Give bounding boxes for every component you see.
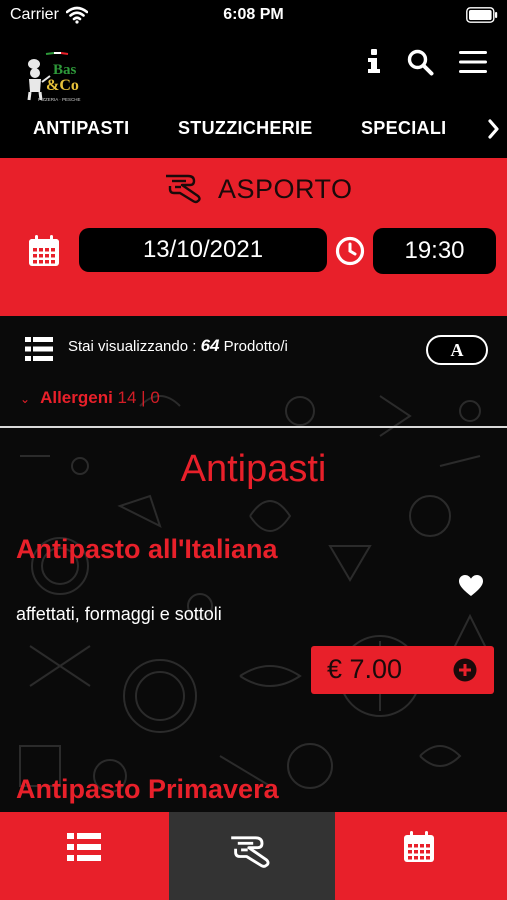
add-to-cart-button[interactable]: € 7.00 [311,646,494,694]
logo-tagline: PIZZERIA · PESCHE [38,97,81,102]
divider [0,426,507,428]
takeaway-label[interactable]: ASPORTO [218,174,353,205]
search-icon[interactable] [406,48,434,76]
text-size-button[interactable]: A [426,335,488,365]
tab-antipasti[interactable]: ANTIPASTI [33,118,129,139]
product-name[interactable]: Antipasto Primavera [16,774,279,805]
date-field[interactable]: 13/10/2021 [79,228,327,272]
clock-icon[interactable] [335,236,365,266]
section-title: Antipasti [180,448,327,490]
price-label: € 7.00 [327,654,403,684]
chevron-right-icon[interactable] [486,117,502,141]
product-count-prefix: Stai visualizzando : [68,338,197,355]
allergens-toggle[interactable]: ⌄ Allergeni 14 | 0 [20,388,160,408]
nav-takeaway[interactable] [169,812,335,900]
bottom-nav [0,812,507,900]
product-list: Stai visualizzando : 64 Prodotto/i A ⌄ Al… [0,316,507,812]
product-name[interactable]: Antipasto all'Italiana [16,534,277,565]
logo-text-bottom: &Co [46,77,79,94]
takeaway-icon [231,836,270,868]
logo[interactable]: Bas &Co PIZZERIA · PESCHE [20,44,92,104]
nav-calendar[interactable] [335,812,507,900]
order-panel: ASPORTO 13/10/2021 19:30 [0,158,507,316]
time-field[interactable]: 19:30 [373,228,496,274]
tab-speciali[interactable]: SPECIALI [361,118,446,139]
list-view-icon[interactable] [24,336,54,362]
battery-icon [466,7,498,23]
app-header: Bas &Co PIZZERIA · PESCHE [0,30,507,110]
takeaway-icon[interactable] [164,172,204,204]
product-count-suffix: Prodotto/i [223,338,288,355]
category-tabs: ANTIPASTI STUZZICHERIE SPECIALI [0,110,507,158]
calendar-icon [404,831,434,862]
heart-icon[interactable] [458,574,484,598]
logo-text-top: Bas [53,62,77,78]
menu-icon[interactable] [458,48,488,76]
add-icon [453,658,477,682]
allergens-counts: 14 | 0 [117,388,160,407]
tab-stuzzicherie[interactable]: STUZZICHERIE [178,118,313,139]
list-icon [67,833,101,861]
info-icon[interactable] [363,48,385,74]
product-count: Stai visualizzando : 64 Prodotto/i [68,336,288,356]
product-count-value: 64 [200,336,220,355]
nav-menu-list[interactable] [0,812,169,900]
status-bar: Carrier 6:08 PM [0,0,507,30]
chevron-down-icon: ⌄ [20,392,31,406]
calendar-icon[interactable] [27,234,61,268]
clock-time: 6:08 PM [223,6,284,23]
allergens-label: Allergeni [40,388,113,407]
product-description: affettati, formaggi e sottoli [16,604,222,624]
